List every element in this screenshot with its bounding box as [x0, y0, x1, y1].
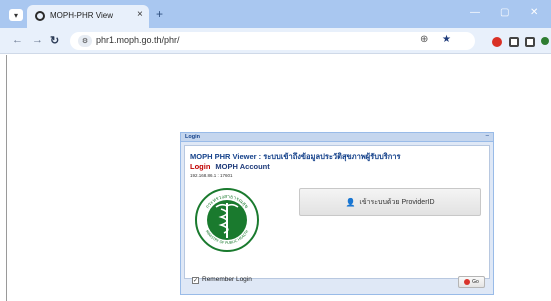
forward-arrow-icon[interactable]: → — [32, 34, 43, 46]
provider-button-label: เข้าระบบด้วย ProviderID — [359, 198, 435, 206]
remember-login-checkbox[interactable]: ✓ — [192, 277, 199, 284]
remember-login-label: Remember Login — [202, 276, 252, 283]
collapse-icon[interactable]: – — [486, 133, 489, 139]
bookmark-star-icon[interactable]: ★ — [442, 34, 451, 45]
chevron-down-icon: ▾ — [13, 10, 18, 20]
back-arrow-icon[interactable]: ← — [12, 34, 23, 46]
extension-square-icon[interactable] — [509, 37, 519, 47]
maximize-button[interactable]: ▢ — [500, 7, 509, 18]
close-window-button[interactable]: ✕ — [530, 7, 538, 18]
moph-seal-logo: กระทรวงสาธารณสุข MINISTRY OF PUBLIC HEAL… — [195, 188, 259, 252]
extension-red-icon[interactable] — [492, 37, 502, 47]
window-menu-button[interactable]: ▾ — [9, 9, 23, 21]
login-footer: ✓ Remember Login Go — [184, 273, 490, 293]
login-window-title: Login — [185, 134, 200, 140]
site-info-icon[interactable]: ⚙ — [78, 35, 92, 47]
account-label: MOPH Account — [215, 162, 270, 171]
browser-toolbar: ← → ↻ ⚙ phr1.moph.go.th/phr/ ⊕ ★ — [0, 28, 551, 54]
login-heading: Login MOPH Account — [190, 162, 270, 171]
ip-port-text: 192.168.86.1 : 17601 — [190, 173, 233, 178]
profile-avatar[interactable] — [541, 37, 549, 45]
new-tab-button[interactable]: + — [156, 7, 163, 21]
page-frame-border — [6, 55, 7, 301]
login-word: Login — [190, 162, 211, 171]
go-icon — [464, 279, 471, 285]
user-icon: 👤 — [345, 197, 356, 207]
globe-icon — [35, 11, 45, 21]
extensions-puzzle-icon[interactable] — [525, 37, 535, 47]
tab-close-icon[interactable]: × — [137, 9, 143, 20]
minimize-button[interactable]: — — [470, 7, 480, 18]
url-text: phr1.moph.go.th/phr/ — [96, 35, 180, 45]
browser-titlebar: ▾ MOPH-PHR View × + — ▢ ✕ — [0, 0, 551, 28]
login-window-header: Login – — [181, 133, 493, 142]
address-bar[interactable]: ⚙ phr1.moph.go.th/phr/ ⊕ ★ — [70, 32, 475, 50]
go-label: Go — [472, 279, 479, 285]
tab-title: MOPH-PHR View — [50, 11, 113, 20]
reload-icon[interactable]: ↻ — [50, 34, 59, 47]
login-panel: MOPH PHR Viewer : ระบบเข้าถึงข้อมูลประวั… — [184, 145, 490, 279]
go-button[interactable]: Go — [458, 276, 485, 288]
provider-id-login-button[interactable]: 👤 เข้าระบบด้วย ProviderID — [299, 188, 481, 216]
browser-tab[interactable]: MOPH-PHR View × — [27, 5, 149, 28]
zoom-icon[interactable]: ⊕ — [420, 34, 428, 45]
login-window: Login – MOPH PHR Viewer : ระบบเข้าถึงข้อ… — [180, 132, 494, 295]
